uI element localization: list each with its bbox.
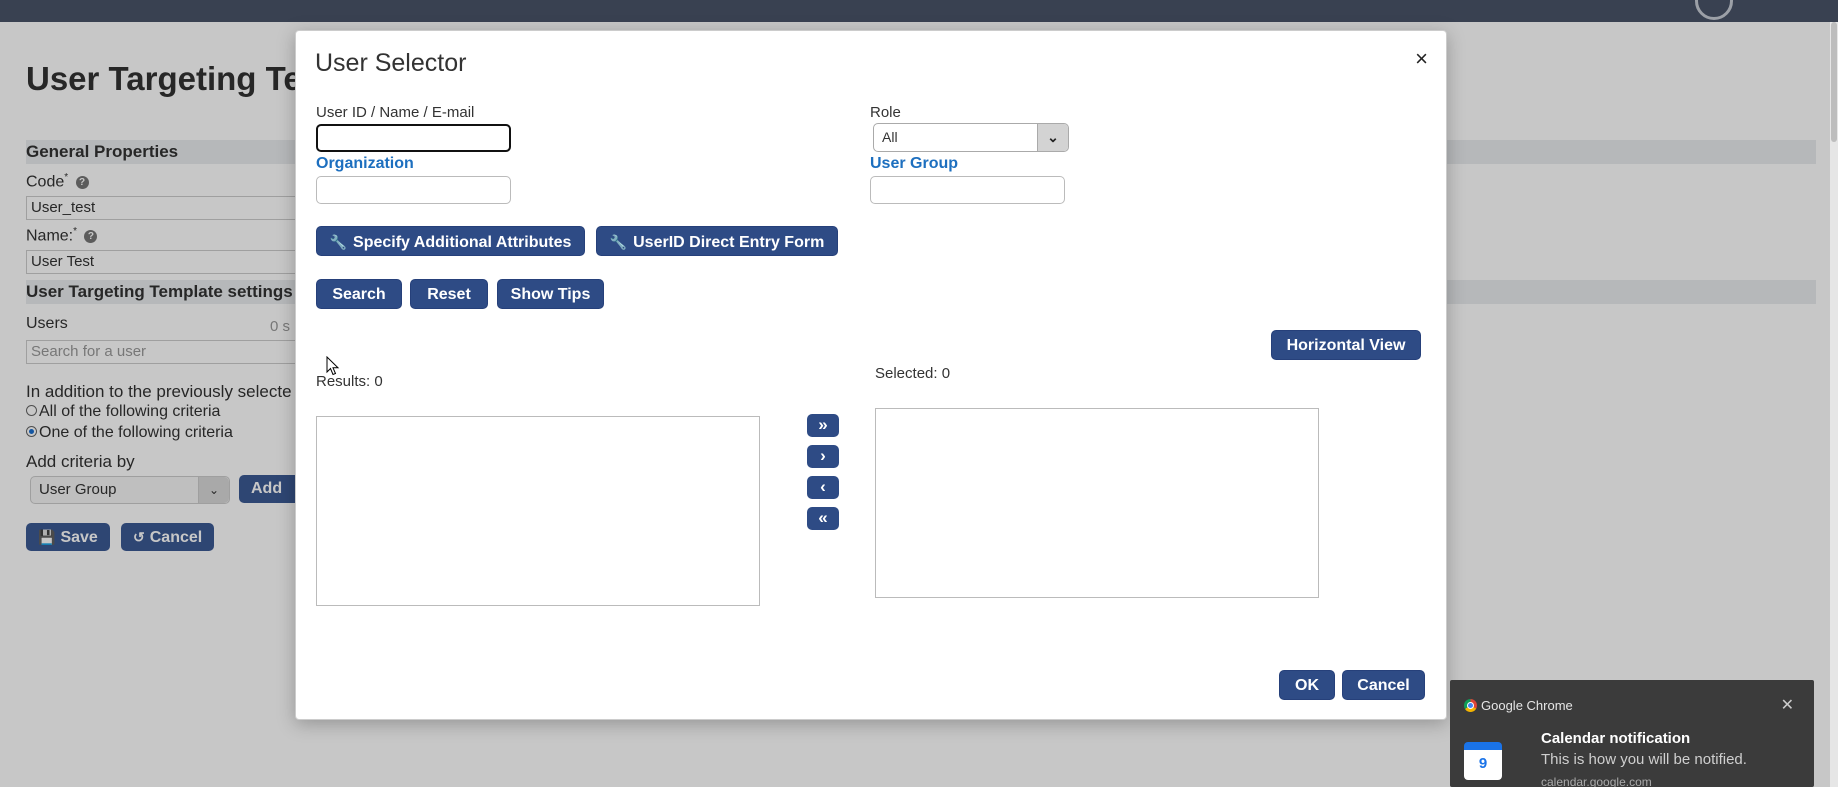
dialog-cancel-button[interactable]: Cancel bbox=[1342, 670, 1425, 700]
userid-input[interactable] bbox=[316, 124, 511, 152]
page-scrollbar[interactable] bbox=[1830, 22, 1838, 787]
userid-direct-entry-button[interactable]: 🔧 UserID Direct Entry Form bbox=[596, 226, 838, 256]
user-group-link[interactable]: User Group bbox=[870, 155, 958, 173]
notification-app-name: Google Chrome bbox=[1481, 698, 1573, 713]
wrench-icon: 🔧 bbox=[609, 234, 628, 250]
show-tips-button[interactable]: Show Tips bbox=[497, 279, 604, 309]
dialog-title: User Selector bbox=[315, 49, 467, 77]
move-left-button[interactable]: ‹ bbox=[807, 476, 839, 499]
organization-link[interactable]: Organization bbox=[316, 155, 414, 173]
move-all-right-button[interactable]: » bbox=[807, 414, 839, 437]
role-select[interactable]: All ⌄ bbox=[873, 123, 1069, 152]
calendar-icon: 9 bbox=[1464, 742, 1502, 780]
organization-input[interactable] bbox=[316, 176, 511, 204]
close-icon[interactable]: ✕ bbox=[1781, 695, 1794, 715]
chevron-down-icon[interactable]: ⌄ bbox=[1037, 124, 1068, 151]
scrollbar-thumb[interactable] bbox=[1831, 22, 1837, 142]
specify-attributes-button[interactable]: 🔧 Specify Additional Attributes bbox=[316, 226, 585, 256]
results-list[interactable] bbox=[316, 416, 760, 606]
notification-title: Calendar notification bbox=[1541, 730, 1691, 747]
move-right-button[interactable]: › bbox=[807, 445, 839, 468]
notification-source: calendar.google.com bbox=[1541, 775, 1652, 787]
selected-list[interactable] bbox=[875, 408, 1319, 598]
user-selector-dialog: User Selector × User ID / Name / E-mail … bbox=[295, 30, 1447, 720]
role-label: Role bbox=[870, 104, 901, 121]
role-select-value: All bbox=[882, 129, 898, 145]
user-group-input[interactable] bbox=[870, 176, 1065, 204]
search-button[interactable]: Search bbox=[316, 279, 402, 309]
wrench-icon: 🔧 bbox=[329, 234, 348, 250]
reset-button[interactable]: Reset bbox=[410, 279, 488, 309]
close-icon[interactable]: × bbox=[1415, 48, 1428, 70]
mouse-cursor-icon bbox=[326, 356, 340, 376]
move-all-left-button[interactable]: « bbox=[807, 507, 839, 530]
selected-count: Selected: 0 bbox=[875, 365, 951, 382]
chrome-icon bbox=[1464, 699, 1477, 712]
chrome-notification[interactable]: Google Chrome ✕ 9 Calendar notification … bbox=[1450, 680, 1814, 787]
specify-attributes-label: Specify Additional Attributes bbox=[353, 234, 572, 251]
direct-entry-label: UserID Direct Entry Form bbox=[633, 234, 825, 251]
notification-message: This is how you will be notified. bbox=[1541, 751, 1747, 768]
ok-button[interactable]: OK bbox=[1279, 670, 1335, 700]
horizontal-view-button[interactable]: Horizontal View bbox=[1271, 330, 1421, 360]
userid-label: User ID / Name / E-mail bbox=[316, 104, 475, 121]
